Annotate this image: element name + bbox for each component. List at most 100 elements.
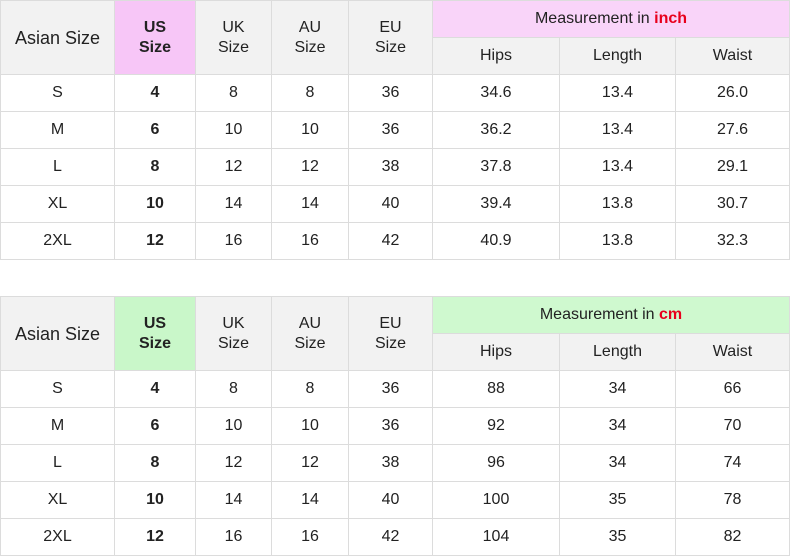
cell-length: 34 bbox=[559, 444, 676, 482]
header-waist: Waist bbox=[675, 333, 790, 371]
header-hips: Hips bbox=[432, 37, 560, 75]
header-eu-line2: Size bbox=[374, 334, 407, 352]
cell-waist: 29.1 bbox=[674, 148, 790, 186]
cell-au-size: 16 bbox=[271, 518, 349, 556]
cell-us-size: 8 bbox=[114, 148, 196, 186]
cell-au-size: 10 bbox=[271, 111, 349, 149]
cell-hips: 37.8 bbox=[432, 148, 560, 186]
cell-au-size: 12 bbox=[271, 148, 349, 186]
header-eu-line1: EU bbox=[379, 18, 402, 36]
header-length: Length bbox=[559, 37, 676, 75]
table-row: 2XL 12 16 16 42 104 35 82 bbox=[0, 518, 790, 556]
cell-eu-size: 42 bbox=[348, 518, 433, 556]
cell-uk-size: 10 bbox=[195, 111, 272, 149]
cell-au-size: 14 bbox=[271, 185, 349, 223]
header-us-line2: Size bbox=[138, 38, 171, 56]
header-uk-line1: UK bbox=[222, 314, 245, 332]
cell-us-size: 12 bbox=[114, 518, 196, 556]
cell-asian-size: S bbox=[0, 74, 115, 112]
cell-length: 13.8 bbox=[559, 185, 676, 223]
header-us-line2: Size bbox=[138, 334, 171, 352]
cell-au-size: 16 bbox=[271, 222, 349, 260]
header-us-size: US Size bbox=[114, 296, 196, 371]
measurement-prefix: Measurement in bbox=[534, 10, 655, 27]
header-asian-size: Asian Size bbox=[0, 296, 115, 371]
cell-length: 13.8 bbox=[559, 222, 676, 260]
cell-au-size: 8 bbox=[271, 370, 349, 408]
cell-waist: 27.6 bbox=[674, 111, 790, 149]
header-us-line1: US bbox=[143, 314, 167, 332]
header-length: Length bbox=[559, 333, 676, 371]
table-row: L 8 12 12 38 37.8 13.4 29.1 bbox=[0, 148, 790, 186]
cell-asian-size: M bbox=[0, 111, 115, 149]
cell-us-size: 6 bbox=[114, 111, 196, 149]
header-au-size: AU Size bbox=[271, 296, 349, 371]
cell-asian-size: S bbox=[0, 370, 115, 408]
table-row: M 6 10 10 36 36.2 13.4 27.6 bbox=[0, 111, 790, 149]
cell-hips: 34.6 bbox=[432, 74, 560, 112]
header-au-size: AU Size bbox=[271, 0, 349, 75]
table-row: XL 10 14 14 40 39.4 13.8 30.7 bbox=[0, 185, 790, 223]
cell-uk-size: 16 bbox=[195, 222, 272, 260]
cell-uk-size: 8 bbox=[195, 370, 272, 408]
cell-hips: 88 bbox=[432, 370, 560, 408]
header-eu-size: EU Size bbox=[348, 296, 433, 371]
cell-asian-size: L bbox=[0, 444, 115, 482]
cell-us-size: 4 bbox=[114, 74, 196, 112]
cell-au-size: 12 bbox=[271, 444, 349, 482]
header-measurement-inch: Measurement in inch bbox=[431, 0, 790, 38]
cell-waist: 32.3 bbox=[674, 222, 790, 260]
table-row: XL 10 14 14 40 100 35 78 bbox=[0, 481, 790, 519]
cell-us-size: 10 bbox=[114, 185, 196, 223]
table-row: S 4 8 8 36 34.6 13.4 26.0 bbox=[0, 74, 790, 112]
cell-asian-size: M bbox=[0, 407, 115, 445]
cell-length: 35 bbox=[559, 518, 676, 556]
header-uk-size: UK Size bbox=[195, 0, 272, 75]
header-eu-line1: EU bbox=[379, 314, 402, 332]
cell-waist: 82 bbox=[675, 518, 790, 556]
cell-asian-size: XL bbox=[0, 481, 115, 519]
header-us-size: US Size bbox=[114, 0, 196, 75]
cell-length: 34 bbox=[559, 370, 676, 408]
cell-length: 13.4 bbox=[559, 111, 676, 149]
table-row: M 6 10 10 36 92 34 70 bbox=[0, 407, 790, 445]
cell-waist: 74 bbox=[675, 444, 790, 482]
table-body-inch: S 4 8 8 36 34.6 13.4 26.0 M 6 10 10 36 36.2 13.4 27.6 L 8… bbox=[0, 74, 790, 260]
cell-hips: 100 bbox=[432, 481, 560, 519]
cell-us-size: 4 bbox=[114, 370, 196, 408]
header-au-line2: Size bbox=[294, 38, 326, 56]
measurement-prefix: Measurement in bbox=[539, 306, 660, 323]
measurement-unit: inch bbox=[654, 10, 688, 27]
cell-eu-size: 40 bbox=[348, 185, 433, 223]
cell-uk-size: 8 bbox=[195, 74, 272, 112]
cell-us-size: 12 bbox=[114, 222, 196, 260]
header-asian-size: Asian Size bbox=[0, 0, 115, 75]
cell-eu-size: 36 bbox=[348, 74, 433, 112]
header-measurement-cm: Measurement in cm bbox=[432, 296, 790, 334]
cell-au-size: 8 bbox=[271, 74, 349, 112]
cell-asian-size: XL bbox=[0, 185, 115, 223]
cell-asian-size: 2XL bbox=[0, 222, 115, 260]
header-waist: Waist bbox=[674, 37, 790, 75]
measurement-unit: cm bbox=[659, 306, 683, 323]
cell-length: 13.4 bbox=[559, 148, 676, 186]
cell-waist: 78 bbox=[675, 481, 790, 519]
cell-hips: 96 bbox=[432, 444, 560, 482]
header-us-line1: US bbox=[143, 18, 167, 36]
header-uk-line1: UK bbox=[222, 18, 245, 36]
cell-us-size: 10 bbox=[114, 481, 196, 519]
cell-length: 13.4 bbox=[559, 74, 676, 112]
header-au-line2: Size bbox=[294, 334, 326, 352]
cell-eu-size: 40 bbox=[348, 481, 433, 519]
cell-hips: 36.2 bbox=[432, 111, 560, 149]
table-row: S 4 8 8 36 88 34 66 bbox=[0, 370, 790, 408]
cell-uk-size: 16 bbox=[195, 518, 272, 556]
cell-asian-size: 2XL bbox=[0, 518, 115, 556]
cell-au-size: 14 bbox=[271, 481, 349, 519]
cell-hips: 104 bbox=[432, 518, 560, 556]
cell-uk-size: 12 bbox=[195, 148, 272, 186]
cell-us-size: 6 bbox=[114, 407, 196, 445]
cell-uk-size: 14 bbox=[195, 185, 272, 223]
table-row: L 8 12 12 38 96 34 74 bbox=[0, 444, 790, 482]
cell-asian-size: L bbox=[0, 148, 115, 186]
